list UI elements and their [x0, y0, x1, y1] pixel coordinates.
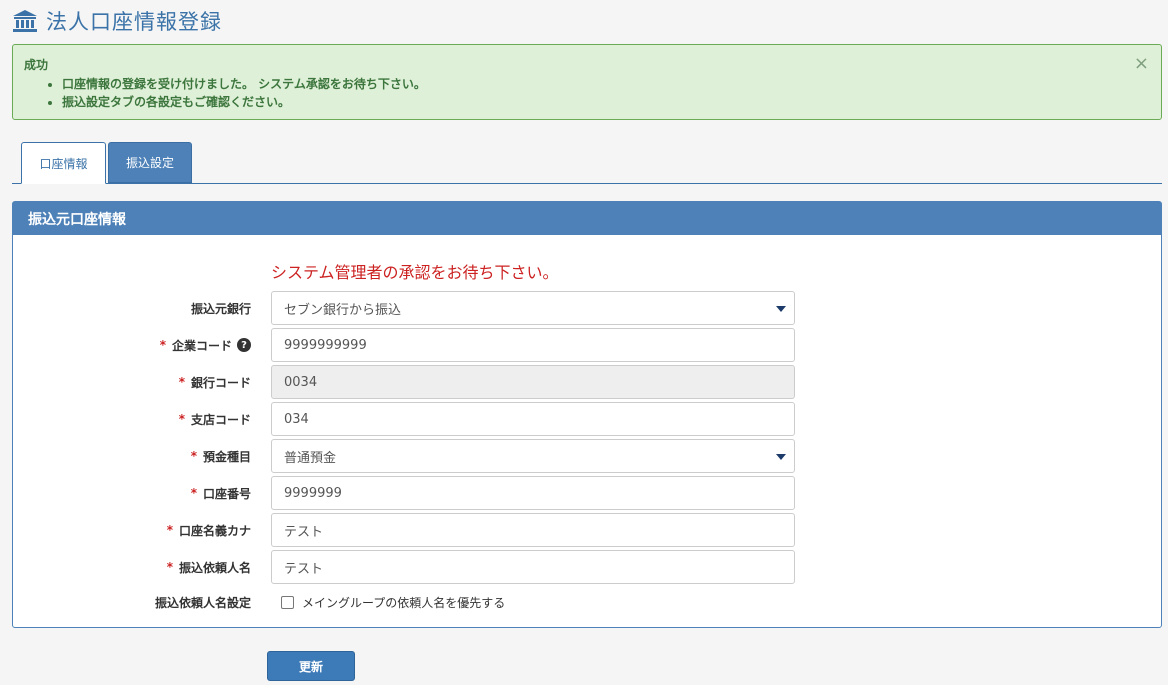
field-label: 口座名義カナ	[178, 523, 251, 538]
field-label: 振込依頼人名設定	[154, 595, 251, 610]
required-mark: *	[190, 486, 197, 500]
bank-source-select[interactable]: セブン銀行から振込	[271, 291, 795, 325]
field-label: 銀行コード	[190, 375, 251, 390]
required-mark: *	[178, 375, 185, 389]
company-code-input[interactable]: 9999999999	[271, 328, 795, 362]
approval-notice: システム管理者の承認をお待ち下さい。	[271, 263, 559, 282]
field-label-wrap: * 支店コード	[179, 402, 251, 436]
alert-message-list: 口座情報の登録を受け付けました。 システム承認をお待ち下さい。 振込設定タブの各…	[44, 75, 426, 111]
field-label: 振込依頼人名	[178, 560, 251, 575]
form-row-branch-code: * 支店コード 034	[13, 402, 1163, 436]
form-row-account-number: * 口座番号 9999999	[13, 476, 1163, 510]
alert-title: 成功	[24, 58, 49, 72]
field-label: 振込元銀行	[190, 301, 251, 316]
caret-down-icon	[776, 454, 786, 460]
bank-code-input: 0034	[271, 365, 795, 399]
field-label-wrap: * 預金種目	[191, 439, 251, 473]
form-row-bank-source: 振込元銀行 セブン銀行から振込	[13, 291, 1163, 325]
page-title: 法人口座情報登録	[46, 10, 222, 34]
prefer-main-group-checkbox[interactable]	[281, 595, 294, 609]
select-value: 普通預金	[284, 450, 337, 466]
source-account-panel: 振込元口座情報 システム管理者の承認をお待ち下さい。 振込元銀行 セブン銀行から…	[12, 201, 1162, 628]
success-alert: 成功 口座情報の登録を受け付けました。 システム承認をお待ち下さい。 振込設定タ…	[12, 44, 1162, 120]
form-row-bank-code: * 銀行コード 0034	[13, 365, 1163, 399]
form-row-company-code: * 企業コード ? 9999999999	[13, 328, 1163, 362]
page-header: 法人口座情報登録	[12, 6, 222, 36]
bank-icon	[13, 10, 37, 32]
tab-bar: 口座情報 振込設定	[12, 142, 1162, 184]
field-label: 企業コード	[171, 338, 232, 353]
alert-message: 口座情報の登録を受け付けました。 システム承認をお待ち下さい。	[62, 75, 426, 93]
field-label-wrap: * 口座名義カナ	[167, 513, 251, 547]
checkbox-label: メイングループの依頼人名を優先する	[302, 595, 506, 610]
prefer-main-group-checkbox-wrap[interactable]: メイングループの依頼人名を優先する	[281, 585, 505, 619]
deposit-type-select[interactable]: 普通預金	[271, 439, 795, 473]
account-number-input[interactable]: 9999999	[271, 476, 795, 510]
required-mark: *	[166, 560, 173, 574]
account-name-kana-input[interactable]: テスト	[271, 513, 795, 547]
required-mark: *	[166, 523, 173, 537]
help-icon[interactable]: ?	[237, 338, 251, 352]
requester-name-input[interactable]: テスト	[271, 550, 795, 584]
update-button[interactable]: 更新	[267, 651, 355, 681]
branch-code-input[interactable]: 034	[271, 402, 795, 436]
field-label-wrap: * 振込依頼人名	[167, 550, 251, 584]
panel-heading: 振込元口座情報	[13, 202, 1161, 235]
form-row-requester-setting: 振込依頼人名設定 メイングループの依頼人名を優先する	[13, 585, 1163, 619]
close-icon[interactable]: ×	[1134, 53, 1149, 74]
select-value: セブン銀行から振込	[284, 302, 402, 318]
tab-transfer-settings[interactable]: 振込設定	[108, 142, 192, 183]
field-label: 口座番号	[202, 486, 251, 501]
field-label: 支店コード	[190, 412, 251, 427]
caret-down-icon	[776, 306, 786, 312]
form-row-account-name-kana: * 口座名義カナ テスト	[13, 513, 1163, 547]
required-mark: *	[178, 412, 185, 426]
alert-message: 振込設定タブの各設定もご確認ください。	[62, 93, 426, 111]
form-row-deposit-type: * 預金種目 普通預金	[13, 439, 1163, 473]
field-label-wrap: * 企業コード ?	[160, 328, 251, 362]
tab-account-info[interactable]: 口座情報	[21, 142, 106, 184]
required-mark: *	[159, 338, 166, 352]
field-label-wrap: * 口座番号	[191, 476, 251, 510]
form-row-requester-name: * 振込依頼人名 テスト	[13, 550, 1163, 584]
required-mark: *	[190, 449, 197, 463]
field-label: 預金種目	[202, 449, 251, 464]
field-label-wrap: * 銀行コード	[179, 365, 251, 399]
